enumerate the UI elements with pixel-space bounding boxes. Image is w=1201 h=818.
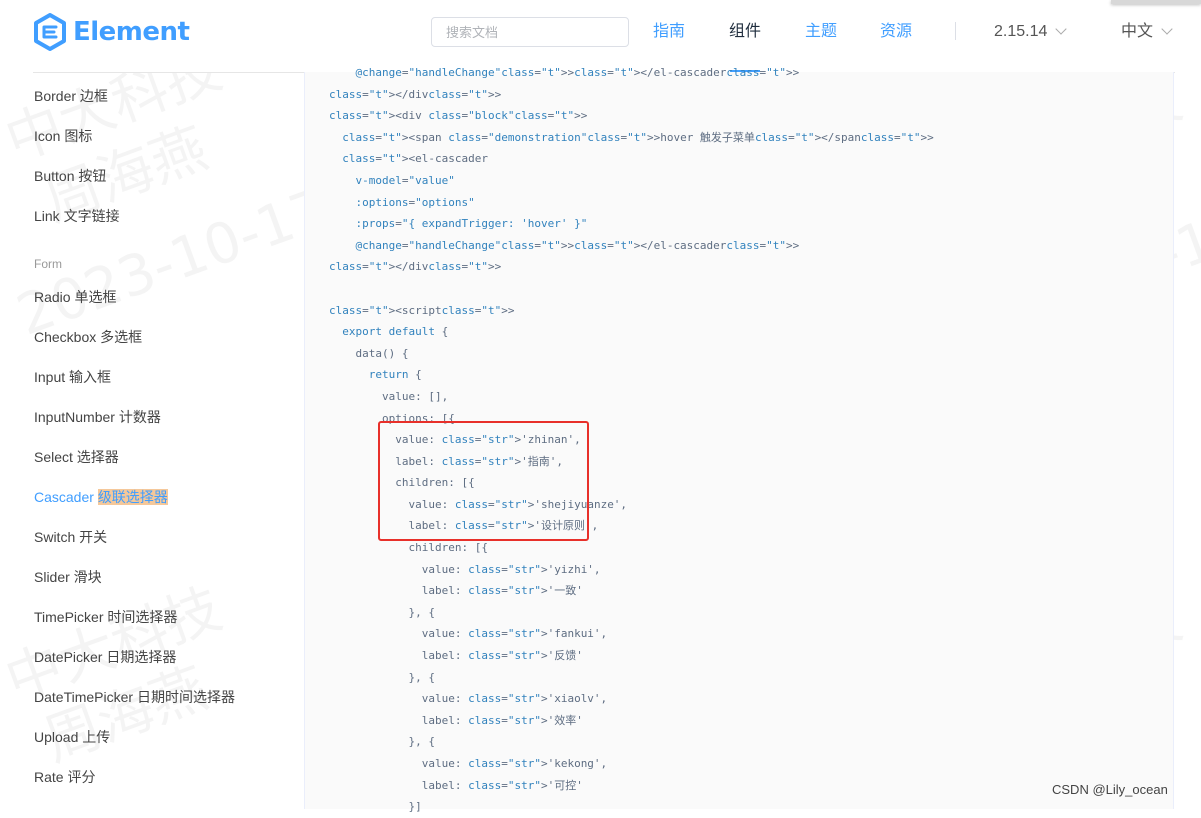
overlay-edge bbox=[1111, 0, 1201, 4]
code-line: :options="options" bbox=[355, 195, 475, 209]
search-input[interactable] bbox=[431, 17, 629, 47]
code-line: return { bbox=[368, 368, 422, 382]
code-line: value: [], bbox=[329, 389, 449, 403]
sidebar-item-datepicker[interactable]: DatePicker 日期选择器 bbox=[34, 647, 176, 667]
code-line: value: class="str">'xiaolv', bbox=[329, 692, 608, 706]
chevron-down-icon bbox=[1055, 23, 1068, 35]
sidebar-group-label: Form bbox=[34, 257, 62, 271]
language-dropdown[interactable]: 中文 bbox=[1121, 20, 1173, 44]
code-line: data() { bbox=[329, 346, 409, 360]
sidebar-item-inputnumber[interactable]: InputNumber 计数器 bbox=[34, 407, 161, 427]
sidebar-item-rate[interactable]: Rate 评分 bbox=[34, 767, 95, 787]
code-line: ​ bbox=[329, 278, 934, 300]
code-line: label: class="str">'效率' bbox=[329, 713, 583, 727]
sidebar-item-switch[interactable]: Switch 开关 bbox=[34, 527, 107, 547]
sidebar-item-button[interactable]: Button 按钮 bbox=[34, 166, 106, 186]
logo-text: Element bbox=[73, 17, 190, 47]
code-line: :props="{ expandTrigger: 'hover' }" bbox=[355, 217, 588, 231]
logo[interactable]: Element bbox=[33, 12, 190, 52]
code-line: }] bbox=[329, 800, 422, 814]
code-line: value: class="str">'kekong', bbox=[329, 757, 608, 770]
sidebar-item-upload[interactable]: Upload 上传 bbox=[34, 727, 110, 747]
code-line: label: class="str">'可控' bbox=[329, 778, 583, 792]
sidebar-item-label: Cascader bbox=[34, 489, 94, 505]
code-line: class="t"><span class="demonstration"cla… bbox=[342, 130, 934, 144]
nav-component[interactable]: 组件 bbox=[729, 20, 761, 44]
code-line: class="t"><scriptclass="t">> bbox=[329, 303, 515, 317]
code-line: }, { bbox=[329, 605, 435, 619]
sidebar-item-select[interactable]: Select 选择器 bbox=[34, 447, 119, 467]
nav-theme[interactable]: 主题 bbox=[805, 20, 837, 44]
code-line: export default { bbox=[342, 325, 449, 339]
code-line: class="t"><el-cascader bbox=[342, 152, 488, 166]
nav-divider bbox=[955, 22, 956, 40]
code-line: @change="handleChange"class="t">>class="… bbox=[355, 66, 800, 79]
sidebar-item-icon[interactable]: Icon 图标 bbox=[34, 126, 92, 146]
language-label: 中文 bbox=[1121, 23, 1154, 40]
code-line: class="t"><div class="block"class="t">> bbox=[329, 109, 588, 123]
sidebar-item-timepicker[interactable]: TimePicker 时间选择器 bbox=[34, 607, 177, 627]
sidebar-item-radio[interactable]: Radio 单选框 bbox=[34, 287, 116, 307]
version-label: 2.15.14 bbox=[994, 23, 1048, 40]
code-line: }, { bbox=[329, 670, 435, 684]
sidebar-item-datetimepicker[interactable]: DateTimePicker 日期时间选择器 bbox=[34, 687, 235, 707]
version-dropdown[interactable]: 2.15.14 bbox=[994, 20, 1068, 44]
code-line: class="t"></divclass="t">> bbox=[329, 260, 502, 274]
code-line: class="t"></divclass="t">> bbox=[329, 87, 502, 101]
sidebar-item-border[interactable]: Border 边框 bbox=[34, 86, 108, 106]
code-line: @change="handleChange"class="t">>class="… bbox=[355, 238, 800, 252]
code-line: label: class="str">'一致' bbox=[329, 584, 583, 598]
credit-watermark: CSDN @Lily_ocean bbox=[1052, 782, 1168, 797]
sidebar-item-slider[interactable]: Slider 滑块 bbox=[34, 567, 102, 587]
element-logo-icon bbox=[34, 13, 66, 51]
nav-guide[interactable]: 指南 bbox=[653, 20, 685, 44]
search-highlight: 级联选择器 bbox=[97, 489, 168, 505]
sidebar-item-cascader[interactable]: Cascader 级联选择器 bbox=[34, 487, 168, 507]
sidebar-item-input[interactable]: Input 输入框 bbox=[34, 367, 111, 387]
nav-resource[interactable]: 资源 bbox=[880, 20, 912, 44]
sidebar-item-link[interactable]: Link 文字链接 bbox=[34, 206, 120, 226]
code-line: label: class="str">'反馈' bbox=[329, 649, 583, 663]
sidebar-item-checkbox[interactable]: Checkbox 多选框 bbox=[34, 327, 142, 347]
annotation-box bbox=[378, 421, 589, 541]
code-line: value: class="str">'yizhi', bbox=[329, 562, 601, 576]
code-line: value: class="str">'fankui', bbox=[329, 627, 608, 641]
chevron-down-icon bbox=[1161, 23, 1173, 35]
code-line: v-model="value" bbox=[355, 173, 455, 187]
code-line: }, { bbox=[329, 735, 435, 749]
